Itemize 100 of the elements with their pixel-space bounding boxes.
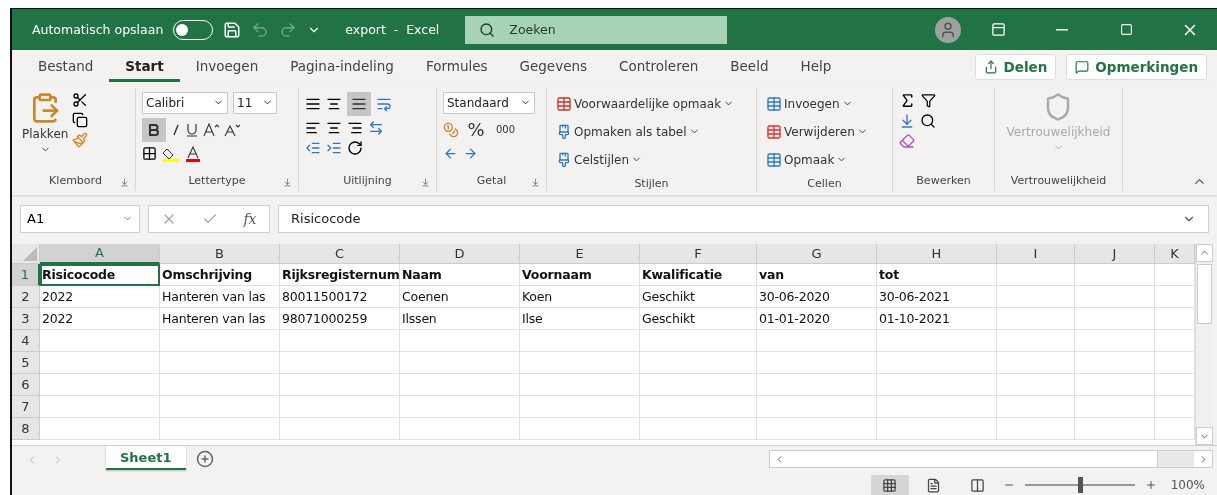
font-grow-icon[interactable] (203, 122, 219, 137)
vertical-scrollbar[interactable] (1195, 243, 1213, 446)
underline-icon[interactable] (186, 122, 198, 137)
eraser-icon[interactable] (899, 132, 915, 149)
styles-button[interactable]: Voorwaardelijke opmaak (553, 91, 738, 116)
name-box[interactable]: A1 (20, 204, 140, 233)
column-header[interactable]: C (280, 243, 400, 264)
column-header[interactable]: A (40, 243, 160, 264)
styles-button[interactable]: Opmaken als tabel (553, 119, 738, 144)
group-label: Getal (476, 174, 507, 188)
ribbon-tab[interactable]: Controleren (603, 52, 715, 83)
row-header[interactable]: 6 (12, 373, 40, 396)
column-header[interactable]: F (640, 243, 757, 264)
group-label: Stijlen (634, 176, 669, 190)
row-header[interactable]: 8 (12, 417, 40, 440)
column-header[interactable]: K (1155, 243, 1195, 264)
row-header[interactable]: 4 (12, 329, 40, 352)
cells-button[interactable]: Opmaak (763, 147, 871, 172)
column-header[interactable]: E (520, 243, 640, 264)
table-cell: Hanteren van las (160, 307, 280, 330)
column-header[interactable]: J (1075, 243, 1155, 264)
column-header[interactable]: G (757, 243, 877, 264)
table-cell: 80011500172 (280, 285, 400, 308)
column-header[interactable]: I (997, 243, 1075, 264)
page-icon (926, 477, 942, 493)
add-sheet-icon[interactable] (195, 450, 214, 469)
ribbon-tab[interactable]: Help (784, 52, 848, 83)
dialog-launcher-icon[interactable] (283, 177, 292, 187)
thousands-button[interactable]: 000 (493, 117, 519, 142)
horizontal-scrollbar[interactable] (769, 450, 1213, 469)
avatar[interactable] (935, 16, 961, 43)
ribbon-tab[interactable]: Pagina-indeling (274, 52, 410, 83)
dialog-launcher-icon[interactable] (531, 177, 540, 187)
styles-button[interactable]: Celstijlen (553, 147, 738, 172)
row-header[interactable]: 5 (12, 351, 40, 374)
maximize-icon (1119, 23, 1133, 36)
merge-icon[interactable] (368, 119, 384, 136)
table-icon (766, 123, 782, 140)
ribbon-tab[interactable]: Gegevens (503, 52, 604, 83)
grid-icon (882, 477, 898, 493)
arrow-right-icon[interactable] (463, 145, 478, 161)
dialog-launcher-icon[interactable] (120, 177, 129, 187)
cells-button[interactable]: Verwijderen (763, 119, 871, 144)
insert-function-button[interactable]: fx (243, 210, 257, 227)
brush-icon (556, 123, 572, 140)
group-label: Lettertype (188, 174, 246, 188)
scissors-icon[interactable] (72, 91, 89, 108)
bold-button[interactable] (142, 117, 166, 142)
table-cell: van (757, 263, 877, 286)
ribbon-tab[interactable]: Formules (409, 52, 504, 83)
table-cell: Kwalificatie (640, 263, 757, 286)
align-bottom-button[interactable] (347, 91, 371, 116)
row-header[interactable]: 3 (12, 307, 40, 330)
row-header[interactable]: 2 (12, 285, 40, 308)
cells-button[interactable]: Invoegen (763, 91, 871, 116)
table-cell: Omschrijving (160, 263, 280, 286)
ribbon-tab[interactable]: Start (109, 52, 180, 83)
table-cell: Koen (520, 285, 640, 308)
copy-icon[interactable] (72, 111, 89, 128)
column-header[interactable]: H (877, 243, 997, 264)
row-header[interactable]: 1 (12, 263, 40, 286)
comments-button[interactable]: Opmerkingen (1066, 54, 1207, 81)
share-button[interactable]: Delen (974, 54, 1057, 81)
fill-down-icon[interactable] (899, 112, 915, 129)
table-cell: Hanteren van las (160, 285, 280, 308)
column-header[interactable]: B (160, 243, 280, 264)
sheet-tab[interactable]: Sheet1 (106, 446, 186, 471)
font-size-field[interactable]: 11 (233, 91, 277, 114)
table-cell: 2022 (40, 285, 160, 308)
search-icon[interactable] (920, 112, 936, 129)
group-label: Vertrouwelijkheid (1010, 174, 1107, 188)
percent-button[interactable]: % (464, 117, 488, 142)
save-icon[interactable] (223, 20, 242, 39)
ribbon-tab[interactable]: Bestand (22, 52, 110, 83)
brush-icon (556, 151, 572, 168)
paste-button[interactable]: Plakken (22, 91, 69, 167)
font-name-field[interactable]: Calibri (142, 91, 228, 114)
column-header[interactable]: D (400, 243, 520, 264)
borders-icon[interactable] (142, 146, 157, 162)
search-field[interactable]: Zoeken (465, 15, 728, 44)
font-color-icon[interactable] (185, 145, 201, 162)
font-shrink-icon[interactable] (224, 122, 240, 137)
number-format-field[interactable]: Standaard (443, 91, 535, 114)
sort-filter-icon[interactable] (921, 92, 936, 108)
ribbon-tab[interactable]: Beeld (714, 52, 785, 83)
table-cell: tot (877, 263, 997, 286)
zoom-in-icon[interactable] (1144, 479, 1157, 491)
comment-icon (1075, 60, 1090, 75)
minimize-icon (1056, 28, 1068, 31)
zoom-thumb[interactable] (1077, 477, 1083, 493)
row-header[interactable]: 7 (12, 395, 40, 418)
columns-icon (970, 477, 986, 493)
view-button[interactable] (870, 475, 909, 495)
person-icon (939, 20, 957, 39)
dialog-launcher-icon[interactable] (421, 177, 430, 187)
currency-icon[interactable] (443, 121, 459, 138)
orientation-icon[interactable] (347, 139, 363, 156)
formula-field[interactable]: Risicocode (278, 204, 1209, 233)
ribbon-tab[interactable]: Invoegen (179, 52, 275, 83)
italic-icon[interactable] (171, 123, 181, 136)
